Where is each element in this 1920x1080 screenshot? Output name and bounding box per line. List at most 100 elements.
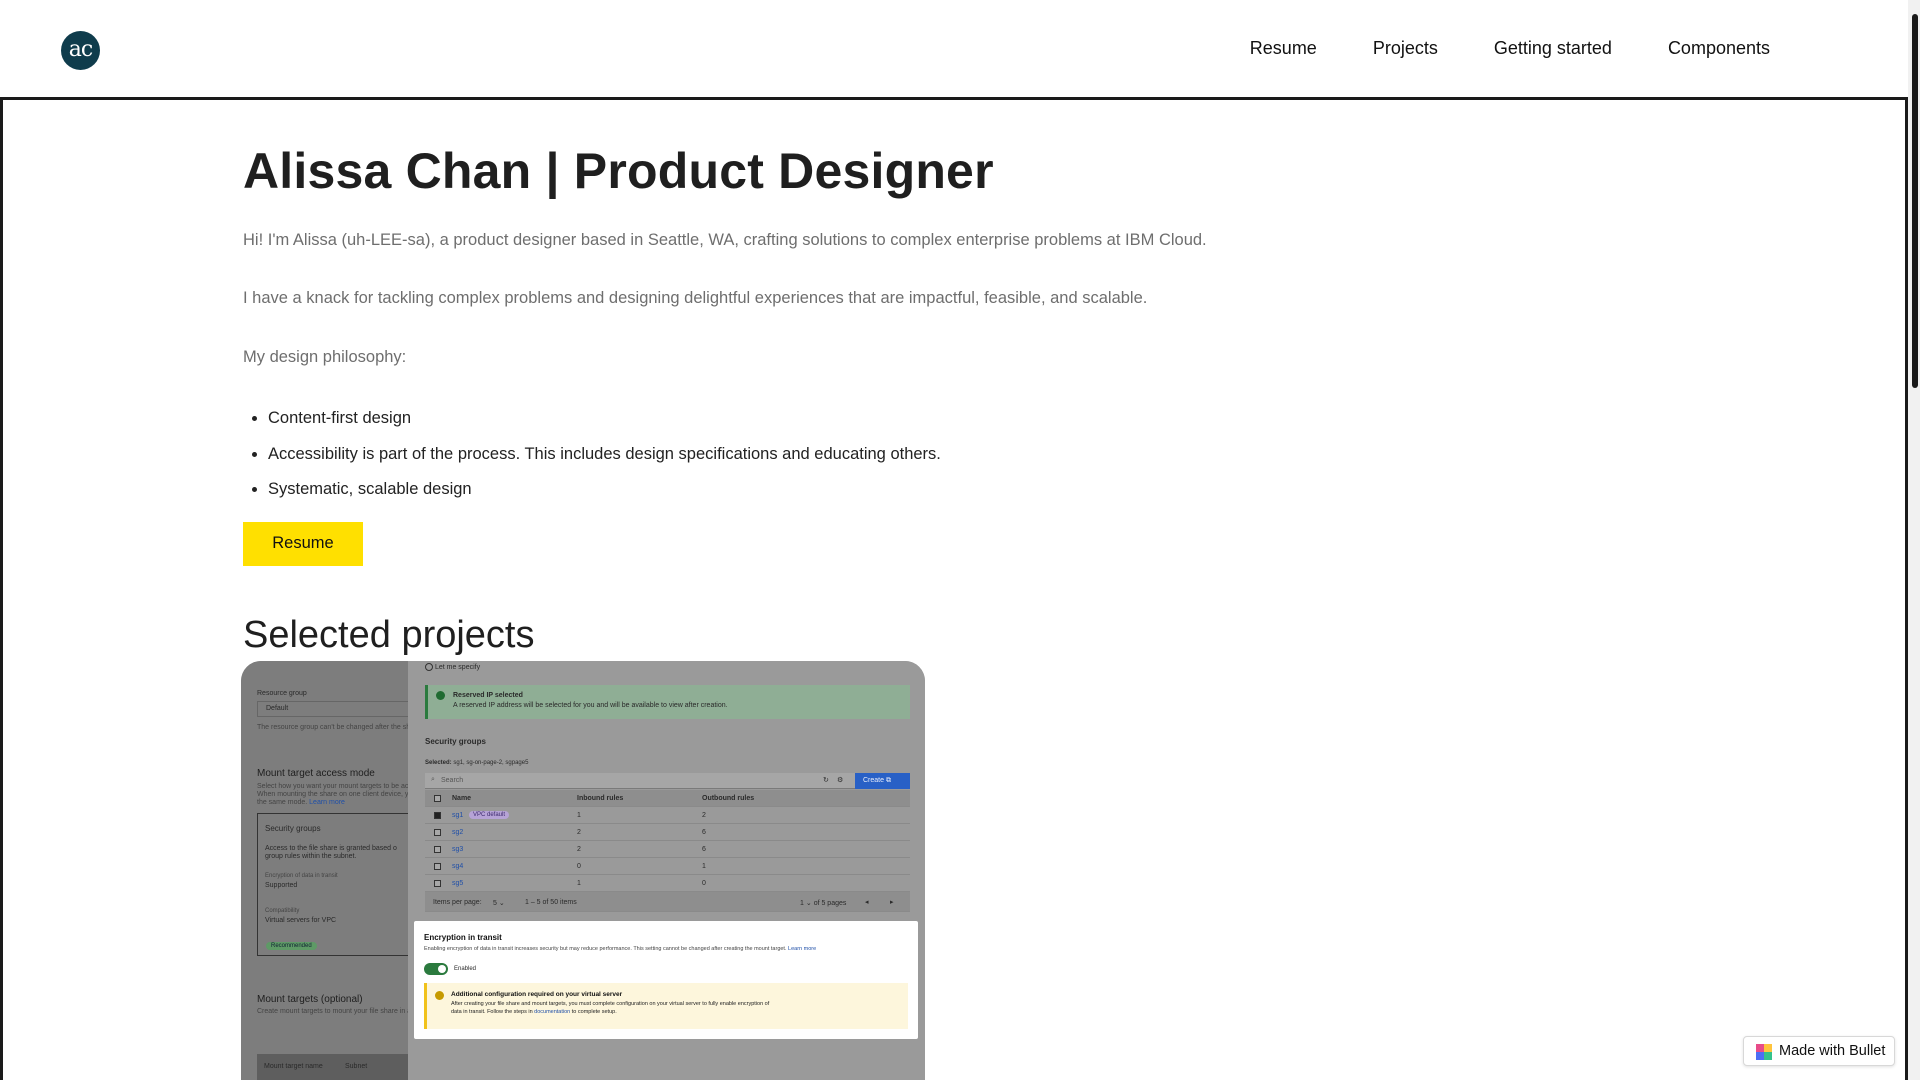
items-per-page-label: Items per page: <box>433 899 482 906</box>
compatibility-value: Virtual servers for VPC <box>265 917 337 924</box>
nav-getting-started[interactable]: Getting started <box>1494 38 1612 59</box>
resource-group-value: Default <box>266 705 289 712</box>
row-outbound: 6 <box>702 846 706 853</box>
documentation-link: documentation <box>534 1009 571 1015</box>
pagination: Items per page: 5 ⌄ 1 – 5 of 50 items 1 … <box>425 892 910 912</box>
reserved-ip-desc: A reserved IP address will be selected f… <box>453 702 728 709</box>
access-mode-title: Mount target access mode <box>257 768 375 779</box>
table-row: sg4 0 1 <box>425 858 910 875</box>
made-with-bullet-label: Made with Bullet <box>1779 1043 1886 1059</box>
warning-icon <box>435 991 444 1000</box>
checkbox <box>434 812 441 819</box>
access-learn-link: Learn more <box>309 799 345 806</box>
reserved-ip-notification: Reserved IP selected A reserved IP addre… <box>425 685 910 719</box>
site-header: ac Resume Projects Getting started Compo… <box>0 0 1908 100</box>
warning-desc-2: data in transit. Follow the steps in doc… <box>451 1009 617 1015</box>
prev-page-icon: ◂ <box>865 899 869 906</box>
table-row: sg3 2 6 <box>425 841 910 858</box>
search-bar: ⌕ Search ↻ ⚙ <box>425 773 855 789</box>
list-item: Systematic, scalable design <box>268 479 1643 500</box>
row-name: sg3 <box>452 846 464 853</box>
encryption-toggle <box>424 963 448 975</box>
selected-projects-heading: Selected projects <box>243 613 535 656</box>
checkbox <box>434 863 441 870</box>
warning-notification: Additional configuration required on you… <box>424 983 908 1029</box>
warning-desc-3: to complete setup. <box>571 1009 617 1015</box>
access-desc-3: the same mode. Learn more <box>257 799 345 806</box>
encryption-desc-text: Enabling encryption of data in transit i… <box>424 946 787 952</box>
nav-components[interactable]: Components <box>1668 38 1770 59</box>
table-header: Name Inbound rules Outbound rules <box>425 790 910 807</box>
sg-option-desc-1: Access to the file share is granted base… <box>265 845 397 852</box>
warning-title: Additional configuration required on you… <box>451 991 623 998</box>
project-card[interactable]: Resource group Default The resource grou… <box>241 661 925 1080</box>
create-label: Create <box>863 777 885 784</box>
list-item: Accessibility is part of the process. Th… <box>268 444 1643 465</box>
row-name: sg5 <box>452 880 464 887</box>
selected-value: sg1, sg-on-page-2, sgpage5 <box>453 760 529 766</box>
made-with-bullet-badge[interactable]: Made with Bullet <box>1743 1036 1895 1066</box>
row-outbound: 2 <box>702 812 706 819</box>
gear-icon: ⚙ <box>837 777 844 784</box>
encryption-value: Supported <box>265 882 298 889</box>
search-placeholder: Search <box>441 777 464 784</box>
sg-option-desc-2: group rules within the subnet. <box>265 853 357 860</box>
page-title: Alissa Chan | Product Designer <box>243 143 994 199</box>
search-icon: ⌕ <box>431 776 435 783</box>
reserved-ip-title: Reserved IP selected <box>453 692 523 699</box>
encryption-learn-link: Learn more <box>788 946 817 952</box>
next-page-icon: ▸ <box>890 899 894 906</box>
table-row: sg5 1 0 <box>425 875 910 892</box>
of-pages: of 5 pages <box>813 900 847 907</box>
page-scrollbar[interactable] <box>1908 0 1920 1080</box>
scrollbar-thumb[interactable] <box>1912 14 1918 388</box>
card-right-panel: Let me specify Reserved IP selected A re… <box>408 661 925 1080</box>
items-per-page-number: 5 <box>493 900 497 907</box>
col-subnet: Subnet <box>345 1063 368 1070</box>
create-button: Create ⧉ <box>855 773 910 789</box>
access-desc-3-text: the same mode. <box>257 799 308 806</box>
mount-targets-table-header: Mount target name Subnet <box>257 1054 417 1080</box>
bullet-logo-icon <box>1756 1044 1772 1060</box>
selected-groups: Selected: sg1, sg-on-page-2, sgpage5 <box>425 760 528 766</box>
checkbox <box>434 880 441 887</box>
vpc-default-badge: VPC default <box>469 811 510 819</box>
main-nav: Resume Projects Getting started Componen… <box>1250 38 1770 59</box>
table-row: sg1 VPC default 1 2 <box>425 807 910 824</box>
encryption-label: Encryption of data in transit <box>265 873 338 879</box>
nav-resume[interactable]: Resume <box>1250 38 1317 59</box>
col-mount-target: Mount target name <box>264 1063 323 1070</box>
row-name: sg4 <box>452 863 464 870</box>
main-content: Alissa Chan | Product Designer Hi! I'm A… <box>243 100 1643 657</box>
resume-button[interactable]: Resume <box>243 521 363 566</box>
row-outbound: 6 <box>702 829 706 836</box>
intro-paragraph-1: Hi! I'm Alissa (uh-LEE-sa), a product de… <box>243 231 1207 249</box>
checkbox <box>434 846 441 853</box>
items-per-page-value: 5 ⌄ <box>493 899 505 907</box>
intro-paragraph-2: I have a knack for tackling complex prob… <box>243 289 1148 308</box>
row-inbound: 2 <box>577 846 581 853</box>
page-select: 1 ⌄ of 5 pages <box>800 899 846 907</box>
mount-targets-title: Mount targets (optional) <box>257 994 363 1005</box>
logo[interactable]: ac <box>61 31 100 70</box>
col-outbound: Outbound rules <box>702 795 755 802</box>
mount-targets-desc: Create mount targets to mount your file … <box>257 1008 412 1015</box>
philosophy-label: My design philosophy: <box>243 347 407 366</box>
encryption-title: Encryption in transit <box>424 933 502 942</box>
chevron-down-icon: ⌄ <box>498 900 505 907</box>
col-inbound: Inbound rules <box>577 795 624 802</box>
encryption-in-transit-panel: Encryption in transit Enabling encryptio… <box>414 921 918 1039</box>
recommended-badge: Recommended <box>266 942 317 950</box>
checkbox <box>434 829 441 836</box>
page-number: 1 <box>800 900 804 907</box>
row-inbound: 2 <box>577 829 581 836</box>
checkbox <box>434 795 441 802</box>
compatibility-label: Compatibility <box>265 908 300 914</box>
let-me-specify-label: Let me specify <box>434 663 481 671</box>
let-me-specify-option: Let me specify <box>425 663 480 671</box>
resource-group-note: The resource group can't be changed afte… <box>257 724 421 731</box>
row-inbound: 1 <box>577 812 581 819</box>
sg-option-title: Security groups <box>265 824 321 833</box>
nav-projects[interactable]: Projects <box>1373 38 1438 59</box>
warning-desc-1: After creating your file share and mount… <box>451 1001 770 1007</box>
